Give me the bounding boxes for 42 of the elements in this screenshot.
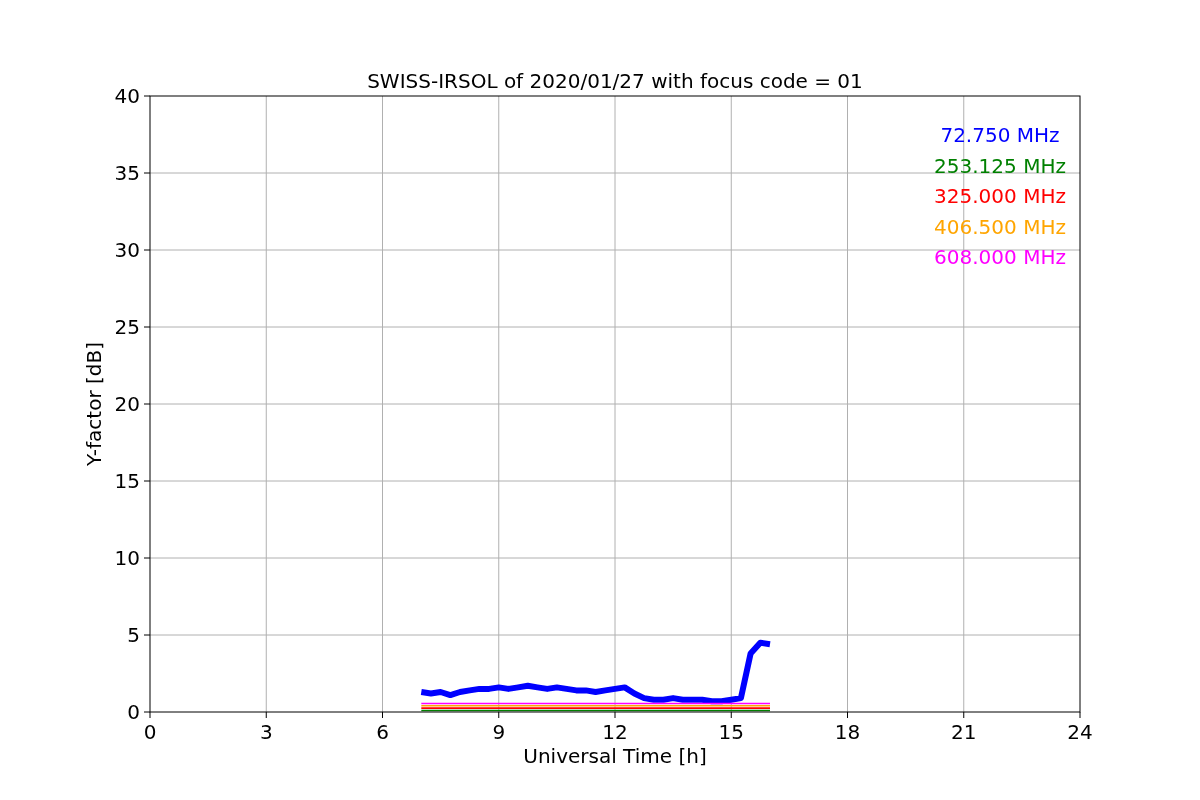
legend-label: 72.750 MHz bbox=[940, 123, 1060, 147]
x-tick-label: 18 bbox=[834, 720, 861, 744]
y-tick-label: 15 bbox=[114, 469, 140, 493]
x-tick-label: 9 bbox=[492, 720, 506, 744]
tick-mark bbox=[730, 711, 732, 719]
y-tick-label: 10 bbox=[114, 546, 140, 570]
y-tick-label: 25 bbox=[114, 315, 140, 339]
tick-mark bbox=[143, 480, 151, 482]
tick-mark bbox=[963, 711, 965, 719]
y-tick-label: 35 bbox=[114, 161, 140, 185]
legend-label: 325.000 MHz bbox=[934, 184, 1066, 209]
tick-mark bbox=[143, 172, 151, 174]
x-axis-label: Universal Time [h] bbox=[523, 744, 707, 768]
y-tick-label: 30 bbox=[114, 238, 140, 262]
tick-mark bbox=[143, 249, 151, 251]
tick-mark bbox=[143, 326, 151, 328]
tick-mark bbox=[143, 634, 151, 636]
x-tick-label: 12 bbox=[602, 720, 628, 744]
chart-title: SWISS-IRSOL of 2020/01/27 with focus code = 01 bbox=[367, 69, 863, 93]
x-tick-label: 3 bbox=[259, 720, 273, 744]
y-tick-label: 5 bbox=[127, 623, 140, 647]
tick-mark bbox=[143, 557, 151, 559]
legend-label: 608.000 MHz bbox=[934, 245, 1066, 270]
y-tick-label: 20 bbox=[114, 392, 140, 416]
tick-mark bbox=[143, 403, 151, 405]
x-tick-label: 0 bbox=[143, 720, 157, 744]
y-tick-label: 40 bbox=[114, 84, 140, 108]
x-tick-label: 15 bbox=[718, 720, 744, 744]
tick-mark bbox=[614, 711, 616, 719]
x-tick-label: 21 bbox=[951, 720, 977, 744]
y-axis-label: Y-factor [dB] bbox=[82, 342, 106, 466]
tick-mark bbox=[1079, 711, 1081, 719]
x-tick-label: 6 bbox=[376, 720, 389, 744]
tick-mark bbox=[498, 711, 500, 719]
tick-mark bbox=[382, 711, 383, 719]
tick-mark bbox=[143, 95, 151, 97]
y-tick-label: 0 bbox=[127, 700, 140, 724]
legend-label: 406.500 MHz bbox=[934, 214, 1066, 239]
x-tick-label: 24 bbox=[1067, 720, 1093, 744]
legend-label: 253.125 MHz bbox=[934, 153, 1066, 178]
tick-mark bbox=[265, 711, 267, 719]
tick-mark bbox=[847, 711, 848, 719]
